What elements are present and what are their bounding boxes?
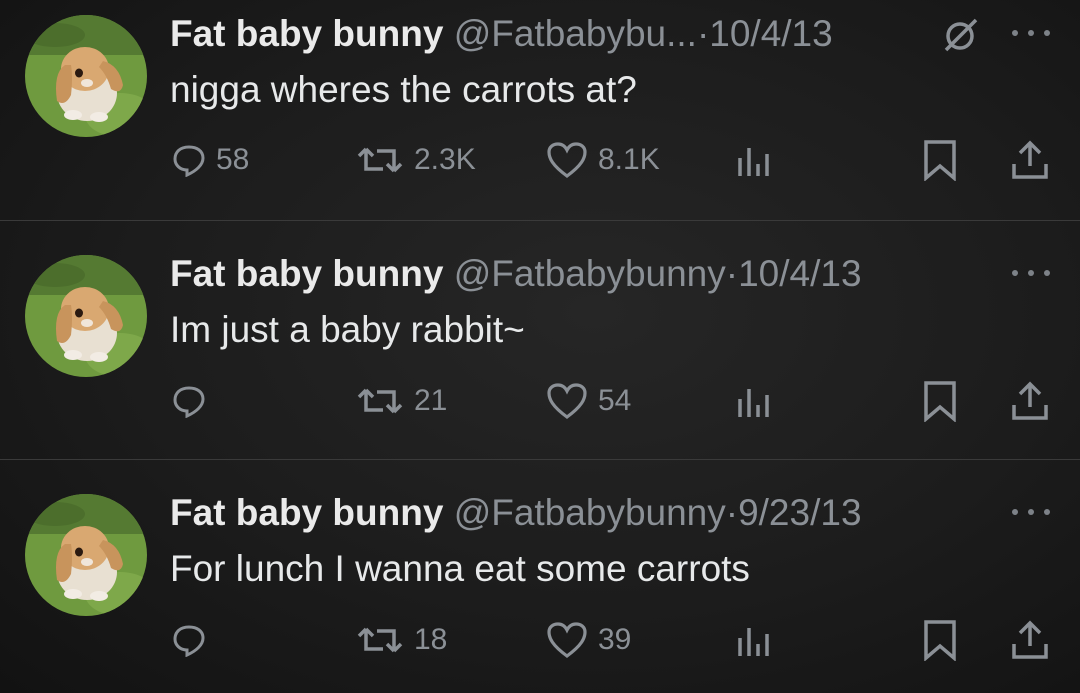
bunny-avatar (25, 15, 147, 137)
tweet-date[interactable]: 9/23/13 (738, 492, 861, 533)
like-button[interactable]: 39 (546, 620, 631, 660)
handle[interactable]: @Fatbabybunny (454, 253, 726, 294)
tweet-2[interactable]: Fat baby bunny @Fatbabybunny·10/4/13 Im … (0, 221, 1080, 459)
like-icon (547, 622, 587, 658)
handle[interactable]: @Fatbabybunny (454, 492, 726, 533)
share-icon (1012, 381, 1048, 420)
display-name[interactable]: Fat baby bunny (170, 253, 443, 294)
tweet-text: Im just a baby rabbit~ (170, 309, 525, 350)
bookmark-button[interactable] (922, 620, 958, 661)
retweet-count: 21 (414, 384, 448, 417)
tweet-header: Fat baby bunny @Fatbabybunny·10/4/13 (170, 254, 862, 294)
more-icon[interactable] (1012, 28, 1052, 38)
retweet-icon (357, 627, 403, 653)
views-icon (738, 389, 769, 417)
retweet-button[interactable]: 18 (356, 620, 447, 660)
like-count: 8.1K (598, 143, 660, 176)
avatar[interactable] (25, 494, 147, 616)
reply-icon (173, 145, 205, 177)
like-icon (547, 142, 587, 178)
bookmark-icon (924, 140, 956, 181)
views-icon (738, 628, 769, 656)
handle[interactable]: @Fatbabybu... (454, 13, 697, 54)
share-icon (1012, 140, 1048, 179)
like-button[interactable]: 8.1K (546, 140, 660, 180)
share-button[interactable] (1010, 140, 1050, 180)
separator-dot: · (725, 253, 739, 294)
tweet-date[interactable]: 10/4/13 (738, 253, 861, 294)
bookmark-button[interactable] (922, 381, 958, 422)
bookmark-button[interactable] (922, 140, 958, 181)
bunny-avatar (25, 494, 147, 616)
reply-button[interactable] (172, 620, 216, 660)
share-icon (1012, 620, 1048, 659)
views-button[interactable] (736, 620, 772, 660)
avatar[interactable] (25, 15, 147, 137)
views-icon (738, 148, 769, 176)
bunny-avatar (25, 255, 147, 377)
like-count: 54 (598, 384, 632, 417)
retweet-button[interactable]: 21 (356, 381, 447, 421)
bookmark-icon (924, 620, 956, 661)
share-button[interactable] (1010, 381, 1050, 421)
more-icon[interactable] (1012, 268, 1052, 278)
tweet-1[interactable]: Fat baby bunny @Fatbabybu...·10/4/13 nig… (0, 0, 1080, 220)
display-name[interactable]: Fat baby bunny (170, 13, 443, 54)
retweet-button[interactable]: 2.3K (356, 140, 476, 180)
share-button[interactable] (1010, 620, 1050, 660)
retweet-count: 2.3K (414, 143, 476, 176)
retweet-icon (357, 388, 403, 414)
bookmark-icon (924, 381, 956, 422)
like-count: 39 (598, 623, 632, 656)
tweet-text: nigga wheres the carrots at? (170, 69, 637, 110)
tweet-header: Fat baby bunny @Fatbabybu...·10/4/13 (170, 14, 833, 54)
tweet-3[interactable]: Fat baby bunny @Fatbabybunny·9/23/13 For… (0, 460, 1080, 693)
separator-dot: · (725, 492, 739, 533)
reply-icon (173, 625, 205, 657)
tweet-date[interactable]: 10/4/13 (709, 13, 832, 54)
tweet-header: Fat baby bunny @Fatbabybunny·9/23/13 (170, 493, 862, 533)
reply-button[interactable]: 58 (172, 140, 249, 180)
views-button[interactable] (736, 381, 772, 421)
like-button[interactable]: 54 (546, 381, 631, 421)
tweet-text: For lunch I wanna eat some carrots (170, 548, 750, 589)
avatar[interactable] (25, 255, 147, 377)
tweet-actions: 21 54 (0, 381, 1080, 422)
retweet-count: 18 (414, 623, 448, 656)
views-button[interactable] (736, 140, 772, 180)
reply-count: 58 (216, 143, 250, 176)
reply-button[interactable] (172, 381, 216, 421)
more-icon[interactable] (1012, 507, 1052, 517)
retweet-icon (357, 147, 403, 173)
mute-icon[interactable] (940, 14, 980, 54)
like-icon (547, 383, 587, 419)
separator-dot: · (696, 13, 710, 54)
reply-icon (173, 386, 205, 418)
tweet-actions: 58 2.3K 8.1K (0, 140, 1080, 181)
tweet-actions: 18 39 (0, 620, 1080, 661)
tweet-feed: Fat baby bunny @Fatbabybu...·10/4/13 nig… (0, 0, 1080, 693)
display-name[interactable]: Fat baby bunny (170, 492, 443, 533)
